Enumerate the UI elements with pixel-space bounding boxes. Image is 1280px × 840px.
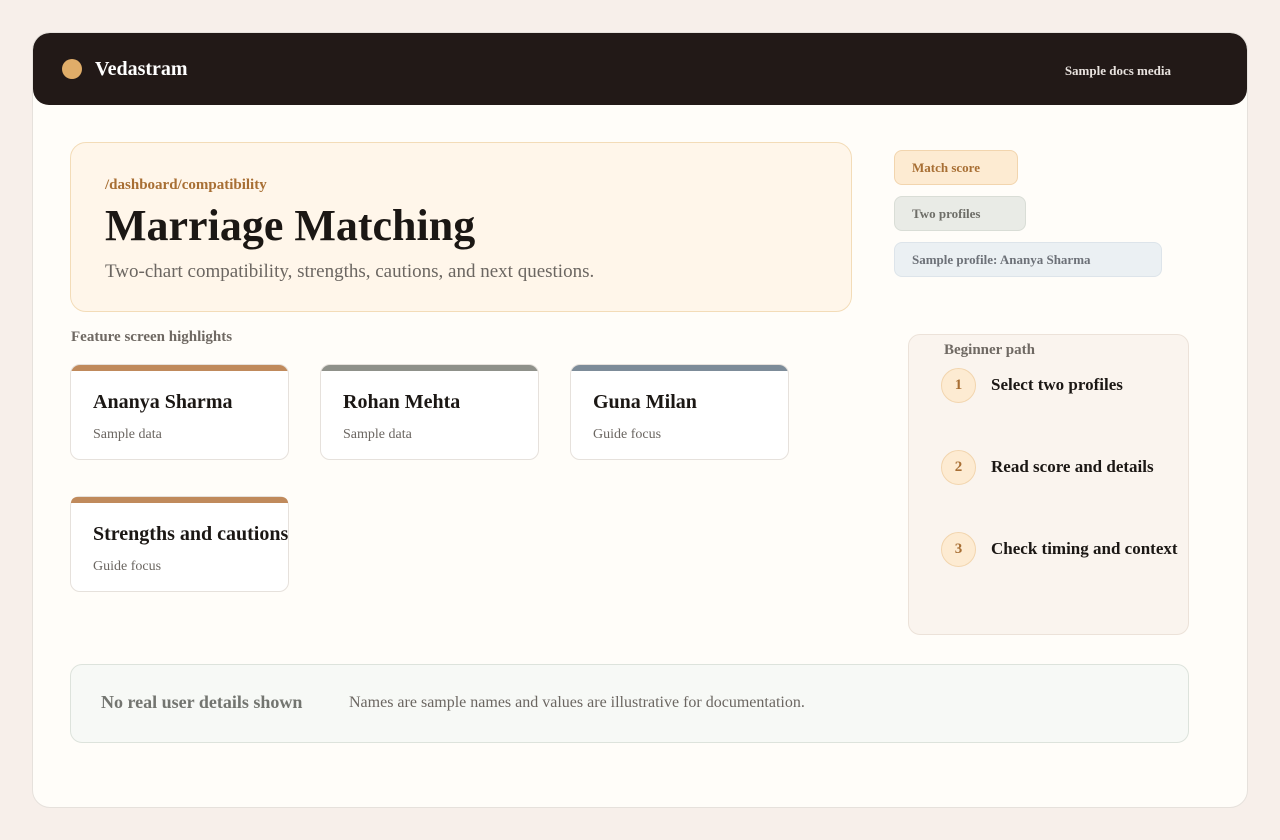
step-label[interactable]: Read score and details: [991, 457, 1154, 477]
route-breadcrumb: /dashboard/compatibility: [105, 177, 267, 193]
app-window: Vedastram Sample docs media /dashboard/c…: [32, 32, 1248, 808]
notice-title: No real user details shown: [101, 692, 303, 712]
page-subtitle: Two-chart compatibility, strengths, caut…: [105, 261, 595, 282]
step-number: 1: [941, 368, 976, 403]
step-label[interactable]: Select two profiles: [991, 375, 1123, 395]
card-subtitle: Guide focus: [593, 427, 662, 442]
step-label[interactable]: Check timing and context: [991, 539, 1178, 559]
highlight-card-strengths[interactable]: Strengths and cautions Guide focus: [70, 496, 289, 592]
card-subtitle: Sample data: [93, 427, 162, 442]
card-subtitle: Guide focus: [93, 559, 162, 574]
docs-media-label: Sample docs media: [1064, 63, 1171, 78]
top-bar: Vedastram Sample docs media: [33, 33, 1247, 105]
highlight-card-ananya[interactable]: Ananya Sharma Sample data: [70, 364, 289, 460]
card-title: Guna Milan: [593, 391, 697, 413]
highlight-card-rohan[interactable]: Rohan Mehta Sample data: [320, 364, 539, 460]
step-number: 3: [941, 532, 976, 567]
card-accent-bar: [71, 497, 288, 503]
card-accent-bar: [321, 365, 538, 371]
card-title: Strengths and cautions: [93, 523, 289, 545]
brand-name[interactable]: Vedastram: [95, 57, 188, 81]
match-score-chip[interactable]: Match score: [894, 150, 1018, 185]
highlights-heading: Feature screen highlights: [71, 329, 233, 345]
card-accent-bar: [71, 365, 288, 371]
card-accent-bar: [571, 365, 788, 371]
privacy-notice: No real user details shown Names are sam…: [70, 664, 1189, 743]
card-title: Ananya Sharma: [93, 391, 233, 413]
page-title: Marriage Matching: [105, 201, 476, 250]
sample-profile-chip[interactable]: Sample profile: Ananya Sharma: [894, 242, 1162, 277]
beginner-path-panel: Beginner path 1 Select two profiles 2 Re…: [908, 334, 1189, 635]
notice-text: Names are sample names and values are il…: [349, 694, 805, 711]
two-profiles-chip[interactable]: Two profiles: [894, 196, 1026, 231]
highlight-card-guna-milan[interactable]: Guna Milan Guide focus: [570, 364, 789, 460]
card-subtitle: Sample data: [343, 427, 412, 442]
hero-panel: /dashboard/compatibility Marriage Matchi…: [70, 142, 852, 312]
step-number: 2: [941, 450, 976, 485]
beginner-path-heading: Beginner path: [944, 342, 1035, 358]
card-title: Rohan Mehta: [343, 391, 461, 413]
brand-logo-icon: [62, 59, 82, 79]
